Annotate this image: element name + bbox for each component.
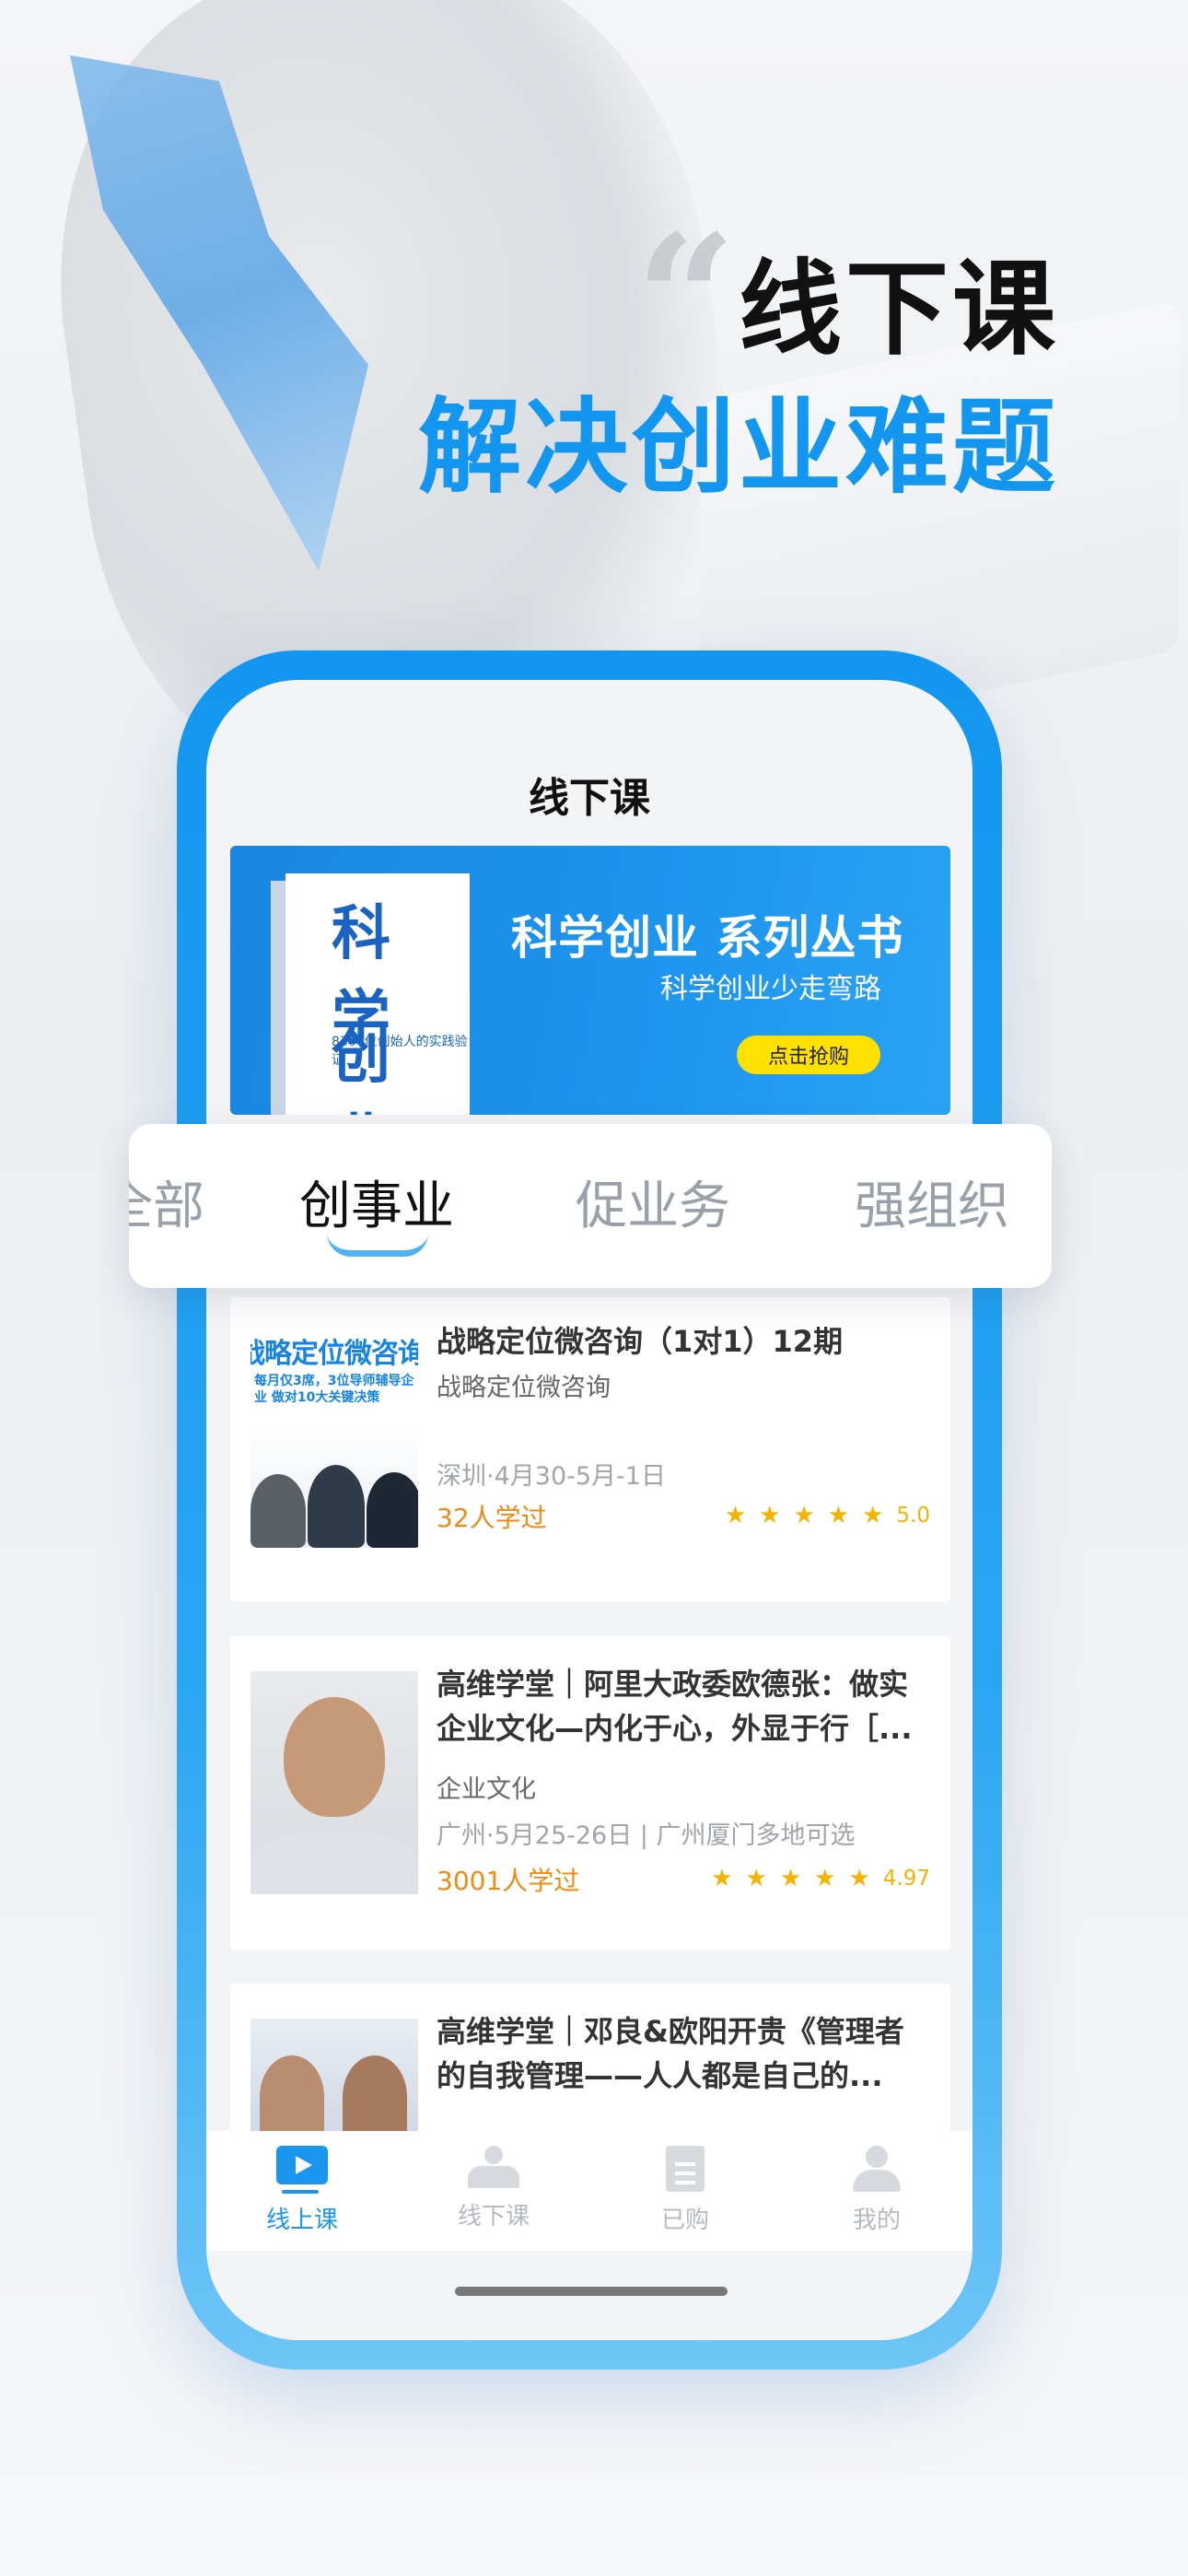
course-location: 深圳·4月30-5月-1日 — [437, 1462, 666, 1491]
course-category: 企业文化 — [437, 1775, 536, 1804]
quote-mark: “ — [635, 196, 737, 402]
book-cover-title-2: 创 业 — [332, 1023, 398, 1115]
star-icon: ★ — [711, 1865, 733, 1892]
nav-label: 线下课 — [457, 2203, 530, 2231]
star-icon: ★ — [724, 1502, 747, 1529]
nav-label: 我的 — [852, 2207, 901, 2234]
teacher-icon — [468, 2146, 519, 2188]
buy-now-button[interactable]: 点击抢购 — [737, 1036, 880, 1074]
banner-title: 科学创业 系列丛书 — [511, 911, 904, 965]
person-photo — [260, 2055, 324, 2131]
nav-label: 已购 — [660, 2207, 709, 2234]
rating-value: 4.97 — [882, 1867, 930, 1891]
bottom-nav: 线上课 线下课 已购 我的 — [206, 2131, 973, 2251]
star-icon: ★ — [848, 1865, 870, 1892]
home-indicator — [455, 2287, 728, 2296]
course-card[interactable]: 高维学堂｜阿里大政委欧德张：做实企业文化—内化于心，外显于行［... 企业文化 … — [230, 1636, 950, 1950]
person-photo — [343, 2055, 407, 2131]
document-icon — [666, 2146, 705, 2192]
rating-value: 5.0 — [896, 1504, 930, 1528]
course-location: 广州·5月25-26日 | 广州厦门多地可选 — [437, 1821, 856, 1850]
course-thumbnail: 战略定位微咨询 每月仅3席，3位导师辅导企业 做对10大关键决策 — [250, 1325, 418, 1548]
rating: ★ ★ ★ ★ ★ 5.0 — [725, 1502, 930, 1529]
course-thumbnail — [250, 1671, 418, 1894]
nav-item-online-courses[interactable]: 线上课 — [206, 2131, 398, 2251]
person-photo — [250, 1474, 306, 1548]
learner-count: 3001人学过 — [437, 1866, 580, 1896]
nav-label: 线上课 — [265, 2207, 338, 2234]
course-card[interactable]: 高维学堂｜邓良&欧阳开贵《管理者的自我管理——人人都是自己的... — [230, 1984, 950, 2131]
thumbnail-subtitle: 每月仅3席，3位导师辅导企业 做对10大关键决策 — [254, 1374, 414, 1405]
phone-screen: 线下课 科 学 8300位创始人的实践验证 创 业 科学创业 系列丛书 科学创业… — [206, 680, 973, 2340]
star-icon: ★ — [759, 1502, 781, 1529]
learner-count: 32人学过 — [437, 1503, 547, 1533]
page-title: 线下课 — [529, 775, 650, 822]
course-title: 高维学堂｜邓良&欧阳开贵《管理者的自我管理——人人都是自己的... — [437, 2014, 904, 2093]
nav-item-profile[interactable]: 我的 — [781, 2131, 973, 2251]
tab-strengthen-organization[interactable]: 强组织 — [855, 1165, 1009, 1239]
star-icon: ★ — [827, 1502, 850, 1529]
course-category: 战略定位微咨询 — [437, 1374, 611, 1402]
nav-item-purchased[interactable]: 已购 — [589, 2131, 781, 2251]
user-icon — [853, 2146, 901, 2192]
person-photo — [284, 1697, 385, 1817]
star-icon: ★ — [814, 1865, 836, 1892]
headline-subtitle: 解决创业难题 — [418, 388, 1059, 508]
course-thumbnail — [250, 2019, 418, 2131]
nav-item-offline-courses[interactable]: 线下课 — [398, 2131, 589, 2251]
person-photo — [308, 1465, 365, 1548]
person-photo — [367, 1472, 418, 1548]
course-title: 高维学堂｜阿里大政委欧德张：做实企业文化—内化于心，外显于行［... — [437, 1667, 913, 1746]
play-icon — [274, 2146, 330, 2194]
tab-create-business[interactable]: 创事业 — [299, 1165, 454, 1239]
headline-title: 线下课 — [739, 250, 1059, 369]
star-icon: ★ — [793, 1502, 815, 1529]
star-icon: ★ — [779, 1865, 802, 1892]
star-icon: ★ — [862, 1502, 884, 1529]
phone-frame: 线下课 科 学 8300位创始人的实践验证 创 业 科学创业 系列丛书 科学创业… — [177, 650, 1002, 2370]
category-tabs: 全部 创事业 促业务 强组织 — [129, 1124, 1052, 1288]
star-icon: ★ — [745, 1865, 767, 1892]
person-shirt — [250, 1830, 418, 1894]
banner-subtitle: 科学创业少走弯路 — [660, 973, 881, 1005]
tab-all[interactable]: 全部 — [129, 1165, 204, 1239]
active-tab-indicator — [327, 1233, 428, 1257]
course-title: 战略定位微咨询（1对1）12期 — [437, 1324, 844, 1359]
rating: ★ ★ ★ ★ ★ 4.97 — [711, 1865, 930, 1892]
tab-promote-business[interactable]: 促业务 — [576, 1165, 730, 1239]
book-cover-image: 科 学 8300位创始人的实践验证 创 业 — [285, 873, 470, 1115]
thumbnail-title: 战略定位微咨询 — [250, 1338, 418, 1370]
promo-banner[interactable]: 科 学 8300位创始人的实践验证 创 业 科学创业 系列丛书 科学创业少走弯路… — [230, 846, 950, 1115]
course-card[interactable]: 战略定位微咨询 每月仅3席，3位导师辅导企业 做对10大关键决策 战略定位微咨询… — [230, 1297, 950, 1601]
